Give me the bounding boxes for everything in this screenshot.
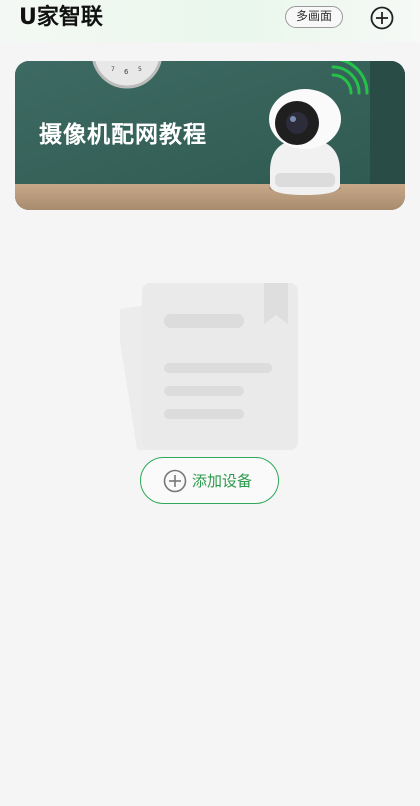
document-icon	[120, 283, 298, 450]
svg-text:6: 6	[124, 68, 129, 76]
svg-text:5: 5	[138, 66, 142, 73]
top-bar: U家智联 多画面	[0, 0, 420, 42]
multi-view-button[interactable]: 多画面	[285, 6, 343, 28]
app-title: U家智联	[19, 5, 103, 30]
svg-text:7: 7	[111, 66, 115, 73]
add-device-button[interactable]: 添加设备	[140, 457, 279, 504]
add-device-label: 添加设备	[192, 472, 253, 490]
add-device-icon[interactable]	[370, 6, 394, 30]
banner-title: 摄像机配网教程	[39, 122, 207, 148]
camera-setup-tutorial-banner[interactable]: 6 7 5 摄像机配网教程	[15, 61, 405, 210]
plus-circle-icon	[163, 469, 187, 493]
